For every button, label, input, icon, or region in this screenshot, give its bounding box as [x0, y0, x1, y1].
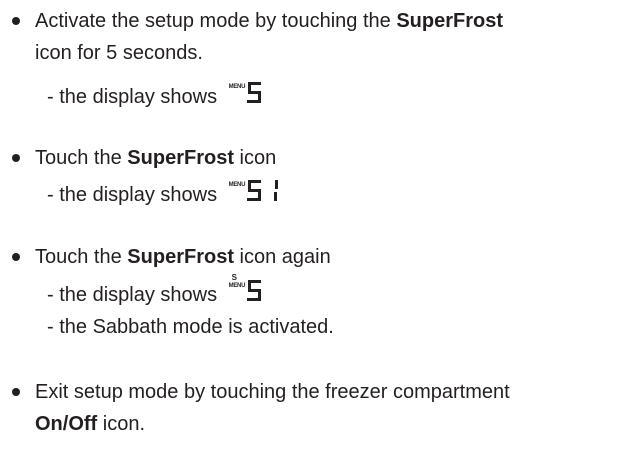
bullet-icon: [12, 253, 20, 261]
step-2-bold: SuperFrost: [127, 147, 234, 169]
step-2-sub-1-text: - the display shows: [47, 184, 218, 206]
bullet-icon: [12, 17, 20, 25]
step-3-sub-1: - the display shows S MENU: [47, 274, 265, 306]
seven-segment-display-icon: S MENU: [228, 274, 265, 301]
step-3-bold: SuperFrost: [127, 246, 234, 268]
step-1-line-2: icon for 5 seconds.: [35, 42, 203, 64]
step-4-line-2: On/Off icon.: [35, 412, 145, 436]
step-1-line-1: Activate the setup mode by touching the …: [35, 9, 503, 33]
step-4-line-1: Exit setup mode by touching the freezer …: [35, 381, 510, 403]
step-1-bold: SuperFrost: [396, 10, 504, 32]
display-menu-label: MENU: [228, 182, 246, 188]
bullet-icon: [12, 388, 20, 396]
step-1-sub-1: - the display shows MENU: [47, 81, 265, 108]
step-4-text-after: icon.: [97, 413, 146, 435]
display-menu-label: MENU: [228, 84, 246, 90]
step-2-text-after: icon: [233, 147, 277, 169]
digit-5-icon: [246, 180, 261, 201]
seven-segment-display-icon: MENU: [229, 81, 265, 103]
step-4-bold: On/Off: [35, 413, 98, 435]
display-s-label: S: [231, 273, 237, 282]
digit-5-icon: [246, 82, 261, 103]
display-menu-label: MENU: [228, 283, 246, 289]
step-3-text-before: Touch the: [35, 246, 128, 268]
seven-segment-display-icon: MENU: [229, 179, 291, 201]
digit-5-icon: [246, 280, 261, 301]
step-3-sub-2: - the Sabbath mode is activated.: [47, 316, 334, 338]
step-2-sub-1: - the display shows MENU: [47, 179, 291, 206]
step-3-line-1: Touch the SuperFrost icon again: [35, 245, 331, 269]
step-1-text-before: Activate the setup mode by touching the: [35, 10, 397, 32]
step-2-line-1: Touch the SuperFrost icon: [35, 146, 276, 170]
step-3-text-after: icon again: [233, 246, 331, 268]
step-3-sub-1-text: - the display shows: [47, 284, 218, 306]
step-1-sub-1-text: - the display shows: [47, 86, 218, 108]
step-2-text-before: Touch the: [35, 147, 128, 169]
bullet-icon: [12, 154, 20, 162]
digit-1-icon: [273, 180, 278, 201]
